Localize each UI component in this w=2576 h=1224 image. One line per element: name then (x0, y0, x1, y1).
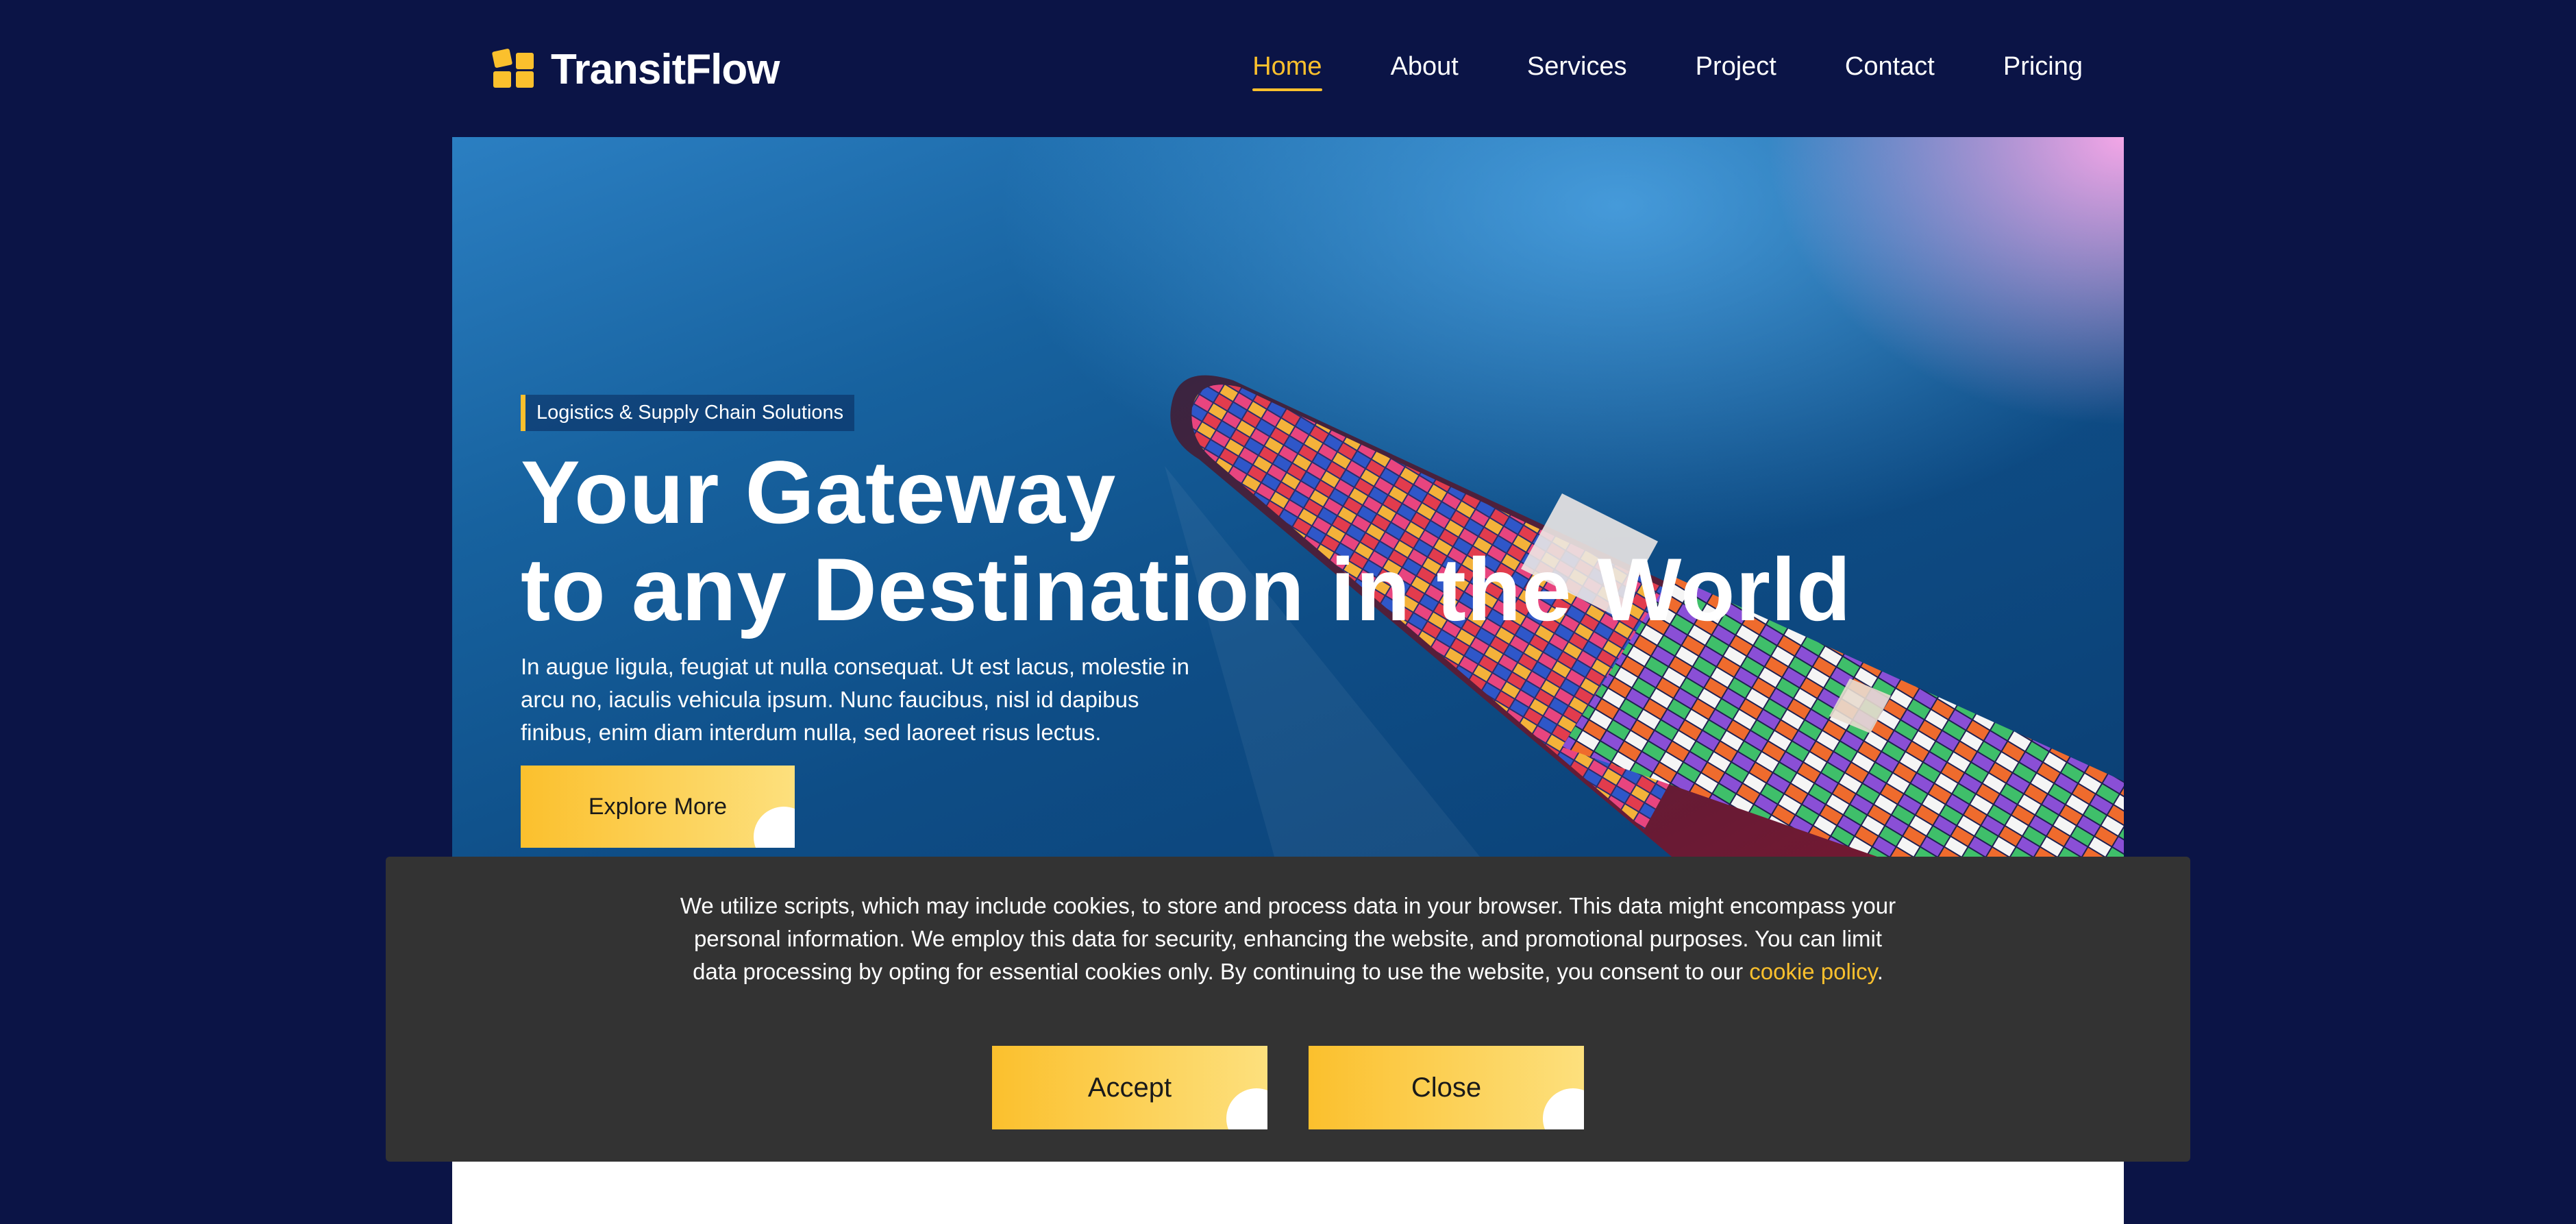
cookie-message-text: We utilize scripts, which may include co… (680, 893, 1896, 984)
hero-tagline: Logistics & Supply Chain Solutions (521, 395, 855, 431)
nav-item-project[interactable]: Project (1696, 52, 1776, 91)
nav-item-pricing[interactable]: Pricing (2003, 52, 2083, 91)
cookie-policy-link[interactable]: cookie policy (1749, 959, 1877, 984)
cookie-actions: Accept Close (386, 1046, 2190, 1129)
cookie-message-end: . (1877, 959, 1883, 984)
nav-item-about[interactable]: About (1391, 52, 1459, 91)
nav-item-home[interactable]: Home (1252, 52, 1322, 91)
hero-description: In augue ligula, feugiat ut nulla conseq… (521, 654, 1189, 745)
brand-name: TransitFlow (551, 46, 780, 93)
hero-content: Logistics & Supply Chain Solutions Your … (521, 395, 1891, 848)
site-header: TransitFlow Home About Services Project … (452, 0, 2124, 137)
boxes-logo-icon (491, 48, 536, 90)
explore-more-button[interactable]: Explore More (521, 766, 795, 848)
nav-item-services[interactable]: Services (1527, 52, 1627, 91)
hero-title: Your Gateway to any Destination in the W… (521, 443, 1891, 638)
hero-title-line-1: Your Gateway (521, 442, 1117, 542)
hero-title-line-2: to any Destination in the World (521, 539, 1852, 639)
accept-cookies-button[interactable]: Accept (992, 1046, 1267, 1129)
hero-section: Logistics & Supply Chain Solutions Your … (452, 137, 2124, 857)
main-nav: Home About Services Project Contact Pric… (1252, 52, 2083, 91)
cookie-message: We utilize scripts, which may include co… (678, 890, 1898, 988)
site-logo[interactable]: TransitFlow (491, 45, 780, 94)
cookie-consent-banner: We utilize scripts, which may include co… (386, 857, 2190, 1162)
nav-item-contact[interactable]: Contact (1845, 52, 1935, 91)
close-cookies-button[interactable]: Close (1309, 1046, 1584, 1129)
